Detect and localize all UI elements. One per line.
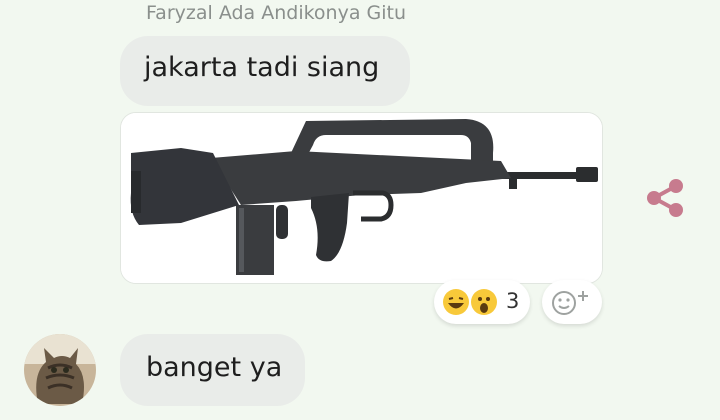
message-bubble[interactable]: jakarta tadi siang	[120, 36, 410, 106]
share-icon	[647, 179, 683, 217]
add-reaction-icon	[552, 291, 588, 315]
message-bubble[interactable]: banget ya	[120, 334, 305, 406]
cat-avatar-image	[24, 334, 96, 406]
reactions-pill[interactable]: 3	[434, 280, 530, 324]
reaction-count: 3	[506, 289, 520, 313]
message-text: banget ya	[146, 352, 283, 383]
sender-name: Faryzal Ada Andikonya Gitu	[146, 2, 407, 24]
share-button[interactable]	[644, 176, 686, 220]
message-text: jakarta tadi siang	[144, 52, 380, 83]
rifle-image	[121, 113, 602, 283]
add-reaction-button[interactable]	[542, 280, 602, 324]
wow-emoji-icon	[471, 289, 497, 315]
laughing-emoji-icon	[443, 289, 469, 315]
image-attachment[interactable]	[120, 112, 603, 284]
avatar[interactable]	[24, 334, 96, 406]
